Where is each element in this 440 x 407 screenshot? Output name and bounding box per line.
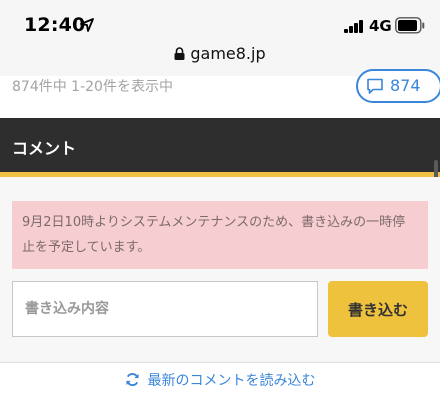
- signal-icon: [344, 20, 364, 33]
- comment-range-text: 874件中 1-20件を表示中: [12, 79, 173, 95]
- network-type: 4G: [369, 17, 392, 35]
- refresh-icon: [125, 372, 139, 387]
- comment-count-number: 874: [390, 76, 421, 95]
- browser-top-bar: 12:40 4G game8.jp: [0, 0, 440, 76]
- address-bar[interactable]: game8.jp: [0, 44, 440, 63]
- location-arrow-icon: [80, 18, 94, 32]
- reload-comments-link[interactable]: 最新のコメントを読み込む: [0, 363, 440, 407]
- maintenance-notice: 9月2日10時よりシステムメンテナンスのため、書き込みの一時停止を予定しています…: [12, 201, 428, 269]
- lock-icon: [174, 47, 185, 60]
- comment-section-title: コメント: [12, 139, 77, 158]
- battery-icon: [395, 17, 425, 34]
- comment-input[interactable]: [12, 281, 318, 337]
- status-time: 12:40: [24, 14, 86, 36]
- url-domain: game8.jp: [190, 44, 266, 63]
- comment-count-button[interactable]: 874: [356, 69, 440, 103]
- write-button[interactable]: 書き込む: [328, 281, 428, 337]
- comment-section-header: コメント: [0, 118, 440, 177]
- comment-form-area: 9月2日10時よりシステムメンテナンスのため、書き込みの一時停止を予定しています…: [0, 177, 440, 407]
- chat-bubble-icon: [367, 78, 383, 94]
- reload-label: 最新のコメントを読み込む: [147, 373, 316, 389]
